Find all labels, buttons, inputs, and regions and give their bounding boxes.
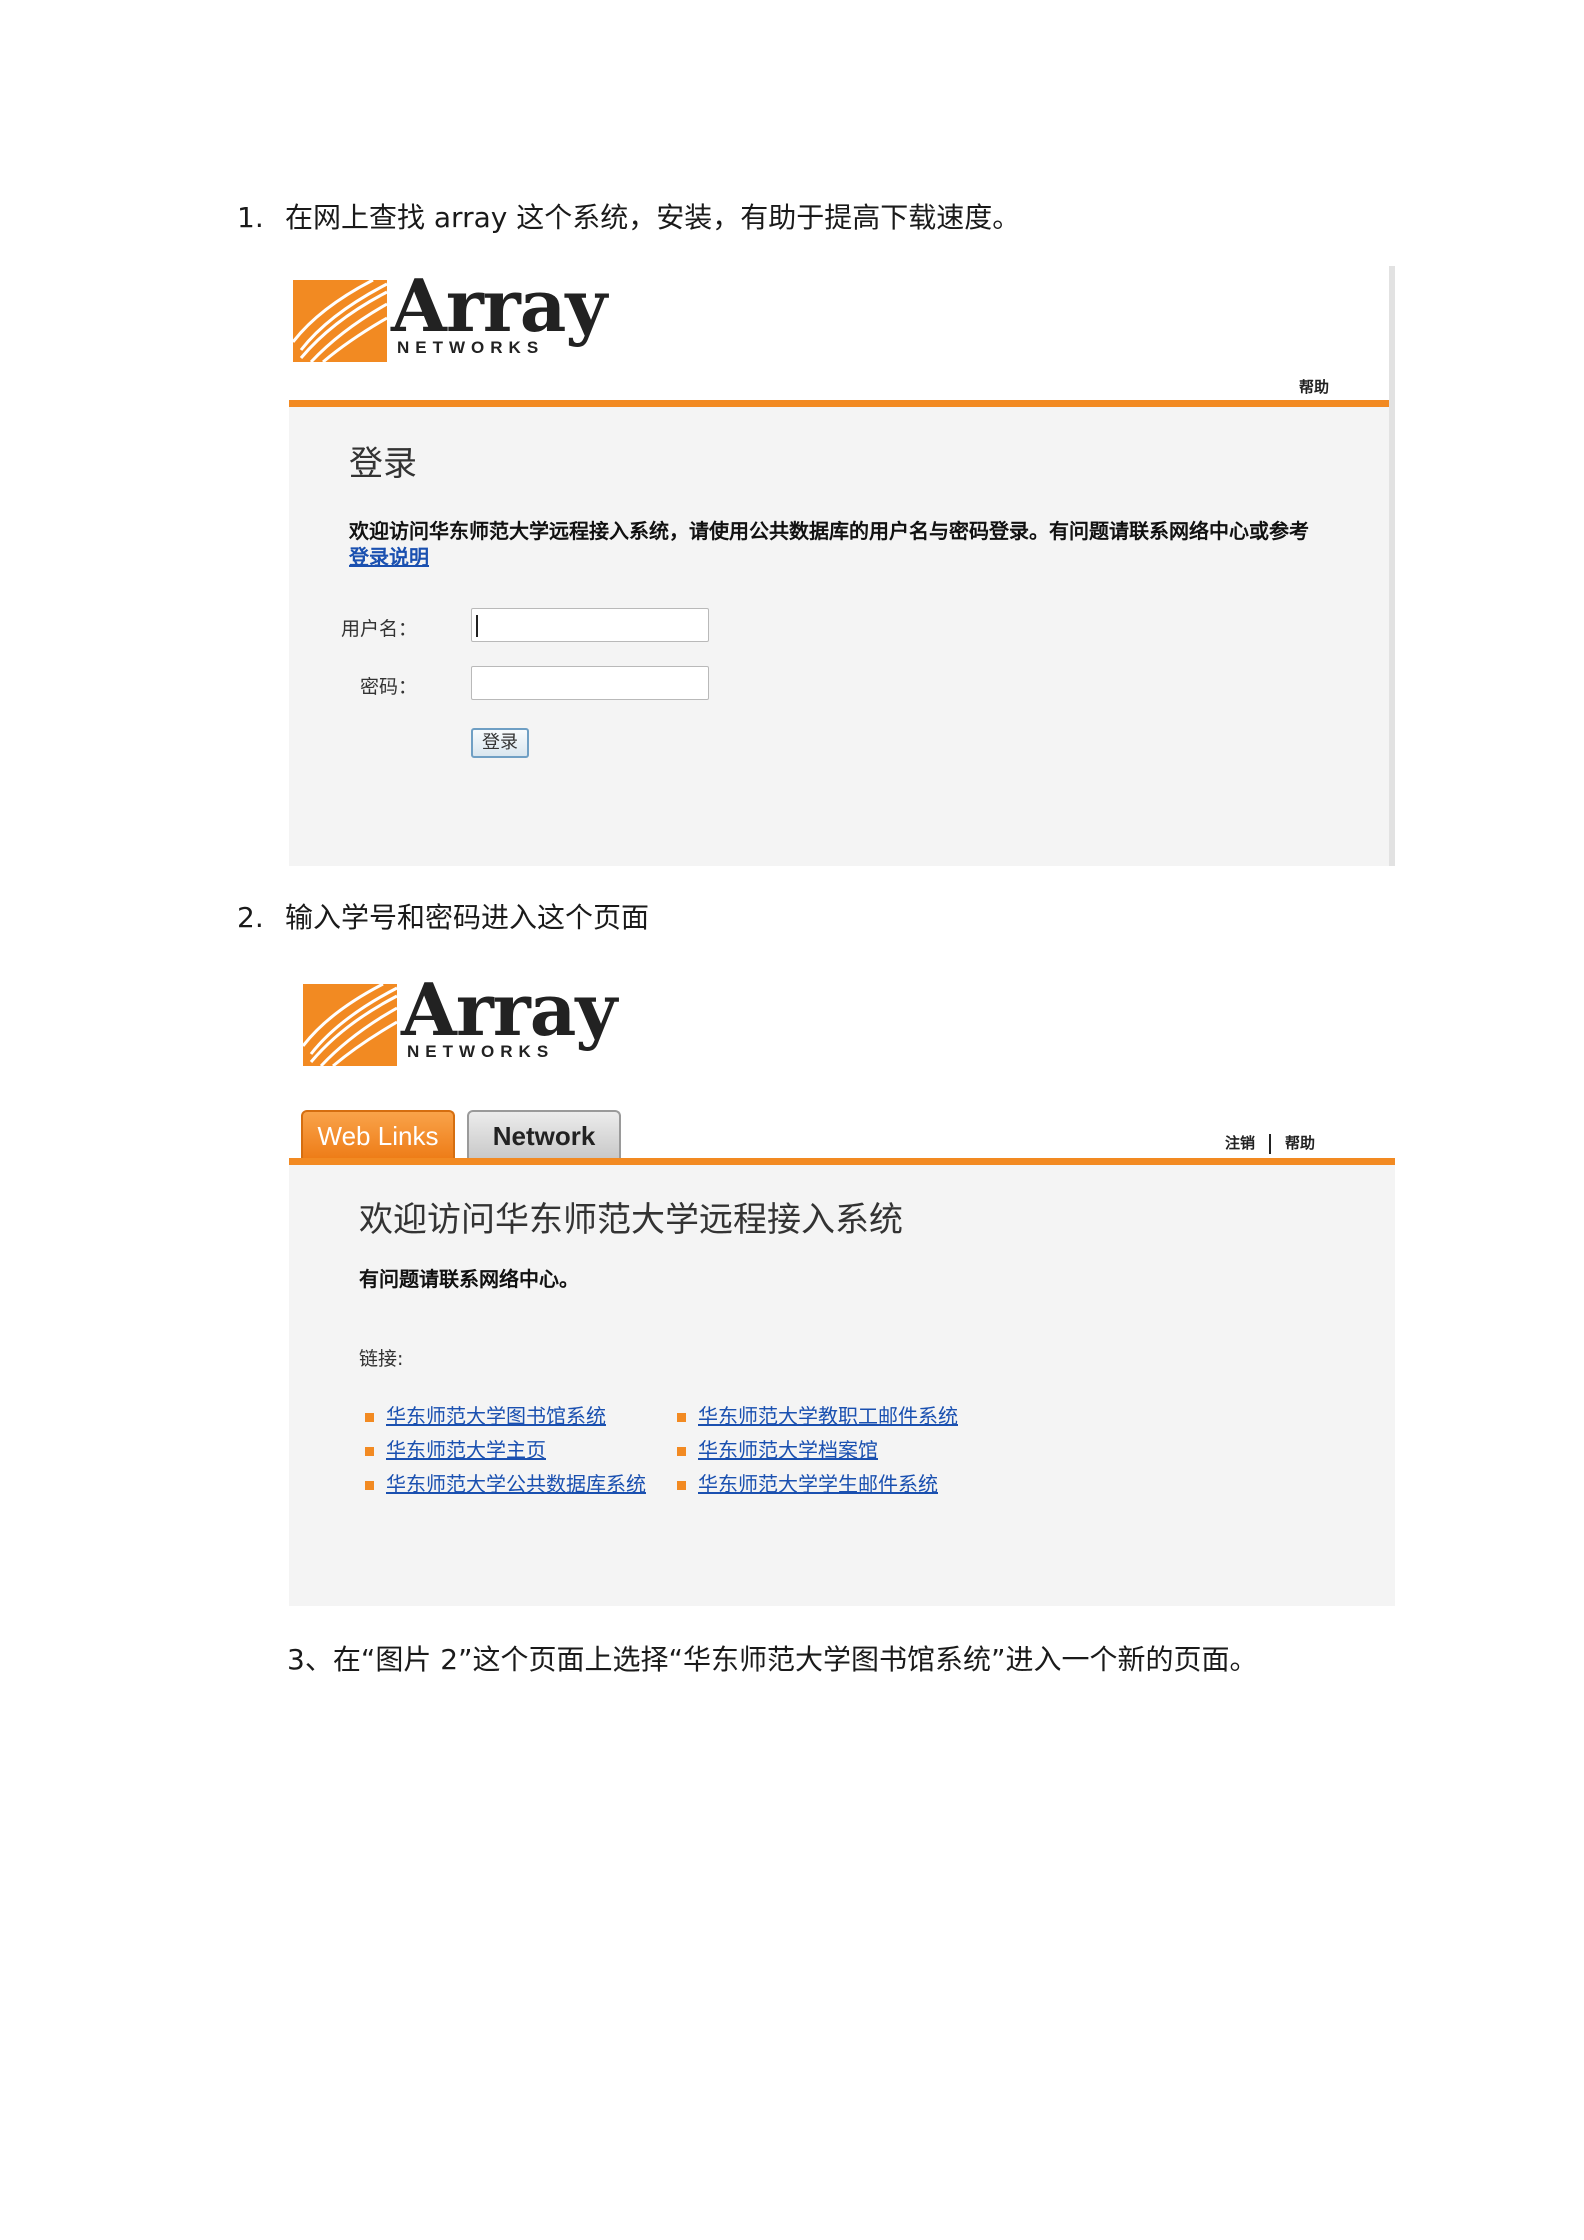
- step-1-number: 1.: [237, 201, 264, 234]
- password-field[interactable]: [471, 666, 709, 700]
- portal-notice: 有问题请联系网络中心。: [359, 1267, 579, 1291]
- tab-network[interactable]: Network: [467, 1110, 621, 1158]
- login-guide-link[interactable]: 登录说明: [349, 545, 429, 569]
- list-item: 华东师范大学教职工邮件系统: [677, 1402, 958, 1430]
- username-label: 用户名：: [340, 618, 417, 640]
- login-screenshot: Array NETWORKS 帮助 登录 欢迎访问华东师范大学远程接入系统，请使…: [289, 266, 1395, 866]
- link-library-system[interactable]: 华东师范大学图书馆系统: [386, 1404, 606, 1428]
- link-homepage[interactable]: 华东师范大学主页: [386, 1438, 546, 1462]
- bullet-icon: [677, 1447, 686, 1456]
- step-3-text: 3、在“图片 2”这个页面上选择“华东师范大学图书馆系统”进入一个新的页面。: [287, 1643, 1258, 1676]
- login-title: 登录: [349, 444, 417, 484]
- step-2: 2. 输入学号和密码进入这个页面: [237, 898, 649, 938]
- bullet-icon: [677, 1481, 686, 1490]
- step-2-text: 输入学号和密码进入这个页面: [285, 901, 650, 934]
- step-1-text: 在网上查找 array 这个系统，安装，有助于提高下载速度。: [285, 201, 1021, 234]
- login-orange-rule: [289, 400, 1389, 407]
- list-item: 华东师范大学主页: [365, 1436, 546, 1464]
- portal-screenshot: Array NETWORKS Web Links Network 注销 帮助 欢迎…: [289, 966, 1395, 1606]
- login-button[interactable]: 登录: [471, 728, 529, 758]
- step-2-number: 2.: [237, 901, 264, 934]
- bullet-icon: [365, 1481, 374, 1490]
- logo-subtitle: NETWORKS: [407, 1042, 555, 1061]
- portal-title: 欢迎访问华东师范大学远程接入系统: [359, 1200, 903, 1240]
- links-label: 链接:: [359, 1348, 404, 1370]
- step-3: 3、在“图片 2”这个页面上选择“华东师范大学图书馆系统”进入一个新的页面。: [287, 1640, 1258, 1680]
- login-welcome-text: 欢迎访问华东师范大学远程接入系统，请使用公共数据库的用户名与密码登录。有问题请联…: [349, 518, 1309, 570]
- array-logo: Array NETWORKS: [303, 967, 633, 1078]
- link-archives[interactable]: 华东师范大学档案馆: [698, 1438, 878, 1462]
- text-cursor: [476, 615, 478, 637]
- bullet-icon: [365, 1413, 374, 1422]
- password-label: 密码：: [359, 676, 417, 698]
- list-item: 华东师范大学图书馆系统: [365, 1402, 606, 1430]
- link-divider: [1268, 1133, 1271, 1154]
- link-public-database[interactable]: 华东师范大学公共数据库系统: [386, 1472, 646, 1496]
- link-student-mail[interactable]: 华东师范大学学生邮件系统: [698, 1472, 938, 1496]
- login-welcome-message: 欢迎访问华东师范大学远程接入系统，请使用公共数据库的用户名与密码登录。有问题请联…: [349, 519, 1309, 543]
- array-logo-mark-icon: [293, 280, 387, 362]
- username-field[interactable]: [471, 608, 709, 642]
- array-logo: Array NETWORKS: [293, 266, 623, 374]
- logout-link[interactable]: 注销: [1225, 1134, 1255, 1152]
- list-item: 华东师范大学公共数据库系统: [365, 1470, 646, 1498]
- array-logo-mark-icon: [303, 984, 397, 1066]
- portal-orange-rule: [289, 1158, 1395, 1165]
- step-1: 1. 在网上查找 array 这个系统，安装，有助于提高下载速度。: [237, 198, 1020, 238]
- logo-subtitle: NETWORKS: [397, 338, 545, 357]
- link-staff-mail[interactable]: 华东师范大学教职工邮件系统: [698, 1404, 958, 1428]
- list-item: 华东师范大学学生邮件系统: [677, 1470, 938, 1498]
- bullet-icon: [677, 1413, 686, 1422]
- list-item: 华东师范大学档案馆: [677, 1436, 878, 1464]
- portal-header-links: 注销 帮助: [1225, 1132, 1315, 1154]
- bullet-icon: [365, 1447, 374, 1456]
- portal-help-link[interactable]: 帮助: [1285, 1134, 1315, 1152]
- tab-web-links[interactable]: Web Links: [301, 1110, 455, 1158]
- login-help-link[interactable]: 帮助: [1299, 376, 1329, 397]
